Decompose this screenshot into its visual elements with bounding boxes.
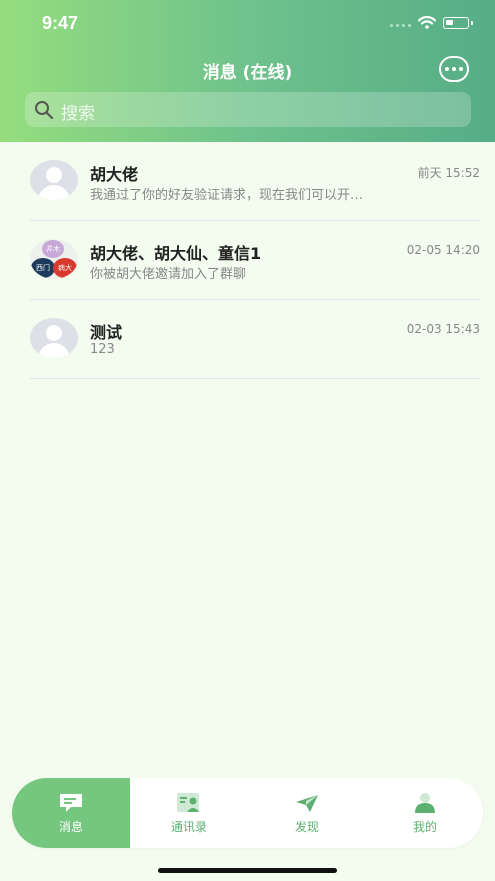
message-icon [60, 794, 82, 812]
avatar [30, 318, 78, 358]
bottom-tab-bar: 消息 通讯录 发现 我的 [12, 778, 483, 848]
conversation-time: 02-05 14:20 [406, 243, 480, 257]
conversation-preview: 你被胡大佬邀请加入了群聊 [90, 267, 247, 282]
avatar [30, 160, 78, 200]
more-options-button[interactable] [439, 56, 469, 82]
tab-label: 我的 [412, 820, 437, 834]
tab-messages[interactable]: 消息 [12, 778, 130, 848]
conversation-item[interactable]: 测试 123 02-03 15:43 [30, 300, 480, 379]
status-time: 9:47 [42, 13, 79, 33]
contacts-icon [177, 793, 199, 812]
conversation-name: 测试 [90, 323, 123, 342]
wifi-icon [418, 16, 436, 29]
conversation-preview: 我通过了你的好友验证请求，现在我们可以开… [90, 188, 364, 203]
tab-label: 通讯录 [170, 820, 207, 834]
conversation-time: 前天 15:52 [417, 166, 480, 180]
group-member-avatar: 病大 [53, 258, 77, 278]
group-member-avatar: 井木 [42, 240, 64, 258]
conversation-name: 胡大佬、胡大仙、童信1 [90, 244, 262, 263]
conversation-time: 02-03 15:43 [406, 322, 480, 336]
search-placeholder: 搜索 [61, 104, 95, 124]
conversation-name: 胡大佬 [90, 165, 139, 184]
discover-icon [296, 795, 318, 812]
conversation-item[interactable]: 胡大佬 我通过了你的好友验证请求，现在我们可以开… 前天 15:52 [30, 142, 480, 221]
status-bar: 9:47 [0, 0, 495, 48]
battery-icon [443, 17, 473, 29]
page-title: 消息 (在线) [202, 63, 293, 83]
group-avatar: 井木 西门 病大 [30, 239, 78, 279]
group-member-avatar: 西门 [31, 258, 55, 278]
tab-label: 消息 [58, 820, 83, 834]
conversation-preview: 123 [90, 342, 115, 357]
header: 9:47 消息 (在线) 搜索 [0, 0, 495, 142]
tab-label: 发现 [294, 820, 319, 834]
tab-discover[interactable]: 发现 [248, 778, 366, 848]
search-input[interactable]: 搜索 [25, 92, 471, 127]
tab-profile[interactable]: 我的 [366, 778, 483, 848]
conversation-list: 胡大佬 我通过了你的好友验证请求，现在我们可以开… 前天 15:52 井木 西门… [0, 142, 495, 379]
home-indicator [158, 868, 337, 873]
signal-icon [390, 22, 412, 28]
profile-icon [415, 793, 435, 813]
search-icon [35, 101, 54, 120]
conversation-item[interactable]: 井木 西门 病大 胡大佬、胡大仙、童信1 你被胡大佬邀请加入了群聊 02-05 … [30, 221, 480, 300]
tab-contacts[interactable]: 通讯录 [130, 778, 248, 848]
